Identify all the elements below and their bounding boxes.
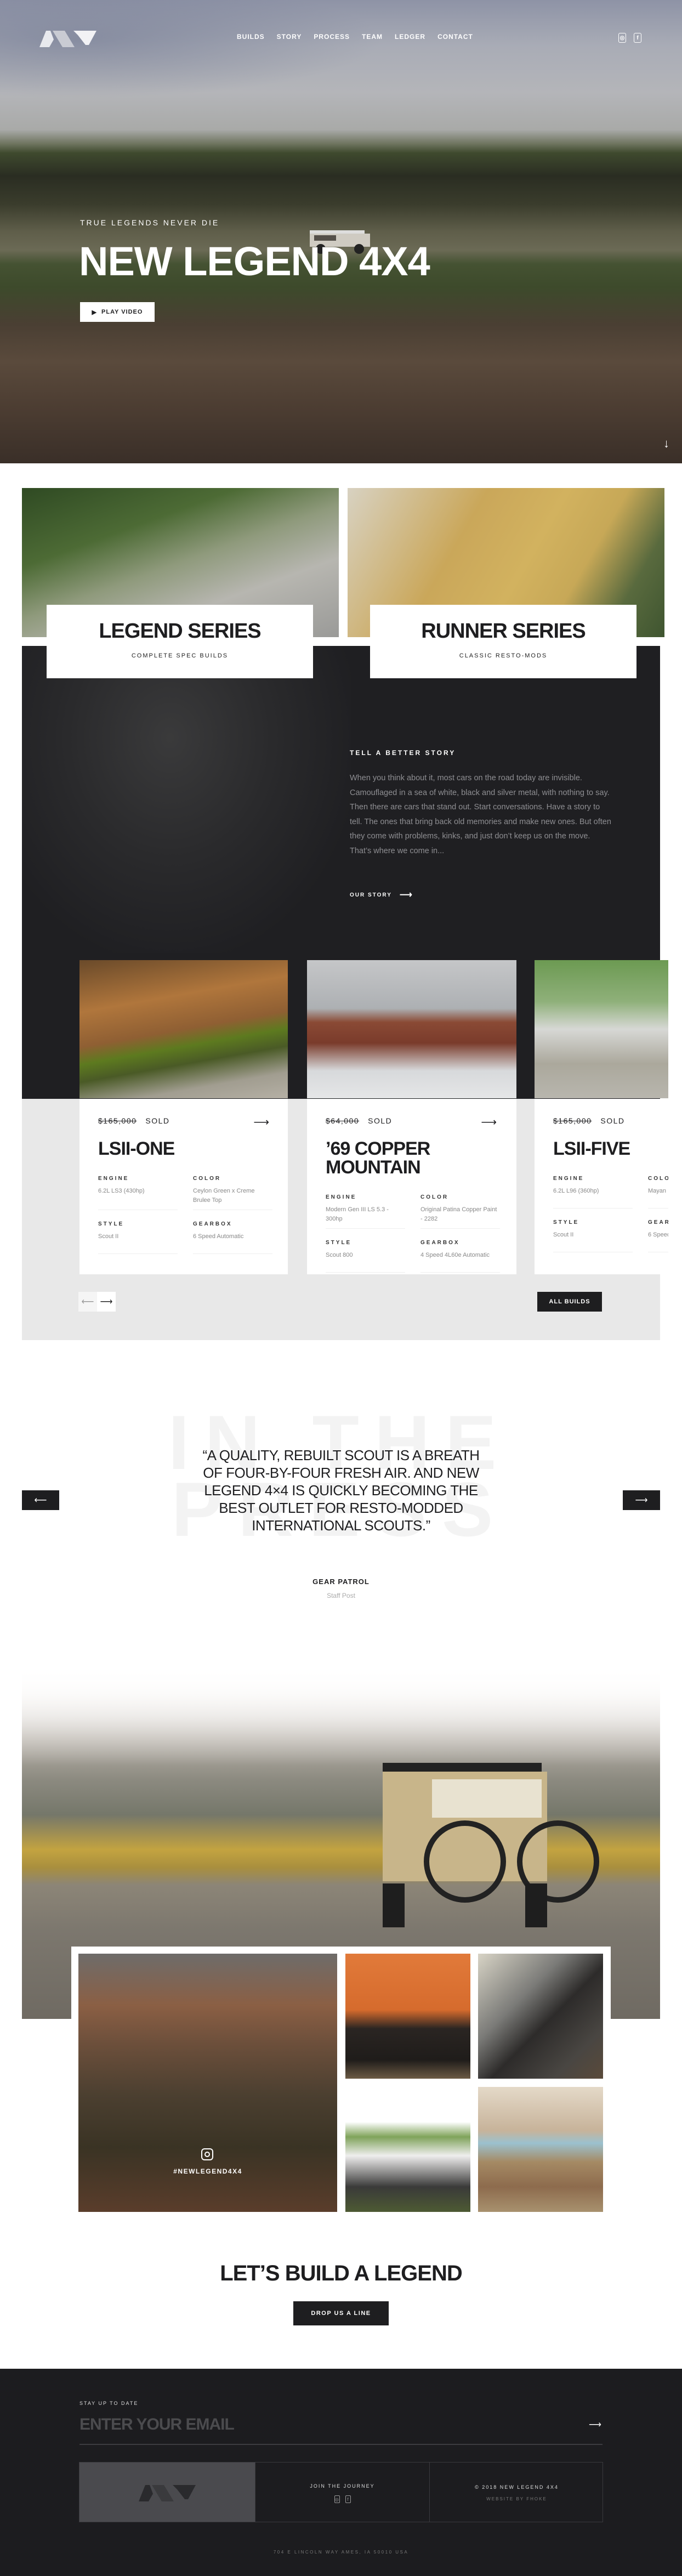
spec-color: COLORMayan [648,1176,668,1208]
hero-eyebrow: TRUE LEGENDS NEVER DIE [80,218,220,227]
footer-copyright-cell: © 2018 NEW LEGEND 4X4 WEBSITE BY FHOKE [429,2462,604,2522]
press-prev-button[interactable]: ⟵ [22,1490,59,1510]
main-nav: BUILDS STORY PROCESS TEAM LEDGER CONTACT [237,33,485,41]
hero-sky [0,0,384,99]
build-name: ’69 COPPER MOUNTAIN [326,1138,430,1178]
build-card[interactable]: $64,000 SOLD ⟶ ’69 COPPER MOUNTAIN ENGIN… [307,1099,516,1274]
instagram-post[interactable]: #NEWLEGEND4X4 [78,1954,337,2212]
story-portrait-image [22,646,351,953]
play-icon: ▶ [92,309,98,316]
instagram-hashtag[interactable]: #NEWLEGEND4X4 [78,2168,337,2175]
email-submit-button[interactable]: ⟶ [589,2419,601,2430]
footer-logo-cell [79,2462,255,2522]
our-story-label: OUR STORY [350,892,392,898]
story-kicker: TELL A BETTER STORY [350,749,456,757]
facebook-icon[interactable]: f [345,2495,351,2503]
hero-section: BUILDS STORY PROCESS TEAM LEDGER CONTACT… [0,0,682,463]
spec-style: STYLE Scout 800 [326,1240,405,1273]
nav-ledger[interactable]: LEDGER [395,33,425,41]
spec-gearbox: GEARBOX 4 Speed 4L60e Automatic [420,1240,500,1273]
spec-engine: ENGINE 6.2L LS3 (430hp) [98,1176,178,1210]
press-quote: “A QUALITY, REBUILT SCOUT IS A BREATH OF… [202,1447,480,1534]
our-story-link[interactable]: OUR STORY ⟶ [350,889,413,900]
join-label: JOIN THE JOURNEY [310,2483,375,2489]
instagram-icon[interactable]: ◎ [334,2495,340,2503]
press-next-button[interactable]: ⟶ [623,1490,660,1510]
arrow-right-icon[interactable]: ⟶ [481,1115,497,1129]
cta-title: LET’S BUILD A LEGEND [220,2261,462,2285]
arrow-right-icon[interactable]: ⟶ [253,1115,269,1129]
nav-builds[interactable]: BUILDS [237,33,265,41]
build-name: LSII-FIVE [553,1138,630,1159]
scroll-down-icon[interactable]: ↓ [663,438,669,454]
build-status: SOLD [600,1116,625,1125]
spec-color: COLOR Original Patina Copper Paint - 2282 [420,1194,500,1229]
all-builds-button[interactable]: ALL BUILDS [537,1292,602,1312]
build-price: $165,000 [98,1116,137,1125]
play-video-label: PLAY VIDEO [101,309,143,315]
build-name: LSII-ONE [98,1138,175,1159]
nav-process[interactable]: PROCESS [314,33,350,41]
newsletter-label: STAY UP TO DATE [79,2401,139,2406]
press-source-sub: Staff Post [327,1592,355,1599]
instagram-post[interactable] [478,2087,603,2212]
spec-engine: ENGINE Modern Gen III LS 5.3 - 300hp [326,1194,405,1229]
email-input[interactable] [79,2414,600,2436]
press-source: GEAR PATROL [312,1578,370,1586]
series-title: LEGEND SERIES [99,620,261,643]
email-underline [79,2444,603,2445]
story-body: When you think about it, most cars on th… [350,774,611,855]
build-price: $165,000 [553,1116,592,1125]
nav-contact[interactable]: CONTACT [437,33,473,41]
drop-us-a-line-button[interactable]: DROP US A LINE [293,2301,389,2325]
build-status: SOLD [368,1116,393,1125]
play-video-button[interactable]: ▶ PLAY VIDEO [80,302,155,322]
logo-icon[interactable] [39,29,96,47]
carousel-next-button[interactable]: ⟶ [97,1292,116,1312]
website-credit[interactable]: WEBSITE BY FHOKE [430,2496,604,2501]
nav-story[interactable]: STORY [277,33,302,41]
spec-gearbox: GEARBOX6 Speed [648,1219,668,1252]
address: 704 E LINCOLN WAY AMES, IA 50010 USA [273,2550,409,2555]
spec-style: STYLE Scout II [98,1221,178,1254]
instagram-grid: #NEWLEGEND4X4 [71,1947,611,2215]
spec-style: STYLE Scout II [553,1219,633,1252]
footer-info-box: JOIN THE JOURNEY ◎ f © 2018 NEW LEGEND 4… [79,2462,603,2522]
runner-series-card[interactable]: RUNNER SERIES CLASSIC RESTO-MODS [370,605,636,678]
build-image[interactable] [307,960,516,1098]
build-image[interactable] [79,960,288,1098]
series-subtitle: COMPLETE SPEC BUILDS [131,652,229,659]
instagram-icon [201,2148,213,2160]
road-truck-graphic [383,1763,599,1927]
instagram-post[interactable] [345,1954,470,2079]
spec-color: COLOR Ceylon Green x Creme Brulee Top [193,1176,272,1210]
instagram-icon[interactable]: ◎ [618,33,626,43]
nav-team[interactable]: TEAM [362,33,383,41]
legend-series-card[interactable]: LEGEND SERIES COMPLETE SPEC BUILDS [47,605,313,678]
instagram-post[interactable] [478,1954,603,2079]
builds-pager: ⟵ ⟶ [78,1292,116,1312]
arrow-right-icon: ⟶ [399,890,413,900]
build-image[interactable] [535,960,668,1098]
spec-engine: ENGINE 6.2L L96 (360hp) [553,1176,633,1208]
spec-gearbox: GEARBOX 6 Speed Automatic [193,1221,272,1254]
instagram-post[interactable] [345,2087,470,2212]
build-price: $64,000 [326,1116,360,1125]
facebook-icon[interactable]: f [634,33,641,43]
hero-title: NEW LEGEND 4X4 [79,239,430,284]
footer-logo-icon[interactable] [137,2483,197,2501]
header-social: ◎ f [618,33,641,43]
series-subtitle: CLASSIC RESTO-MODS [459,652,548,659]
build-status: SOLD [145,1116,170,1125]
series-title: RUNNER SERIES [421,620,586,643]
footer-social-cell: JOIN THE JOURNEY ◎ f [255,2462,429,2522]
copyright: © 2018 NEW LEGEND 4X4 [475,2484,559,2490]
build-card[interactable]: $165,000 SOLD ⟶ LSII-ONE ENGINE 6.2L LS3 … [79,1099,288,1274]
build-card[interactable]: $165,000 SOLD LSII-FIVE ENGINE 6.2L L96 (… [535,1099,668,1274]
carousel-prev-button[interactable]: ⟵ [78,1292,97,1312]
